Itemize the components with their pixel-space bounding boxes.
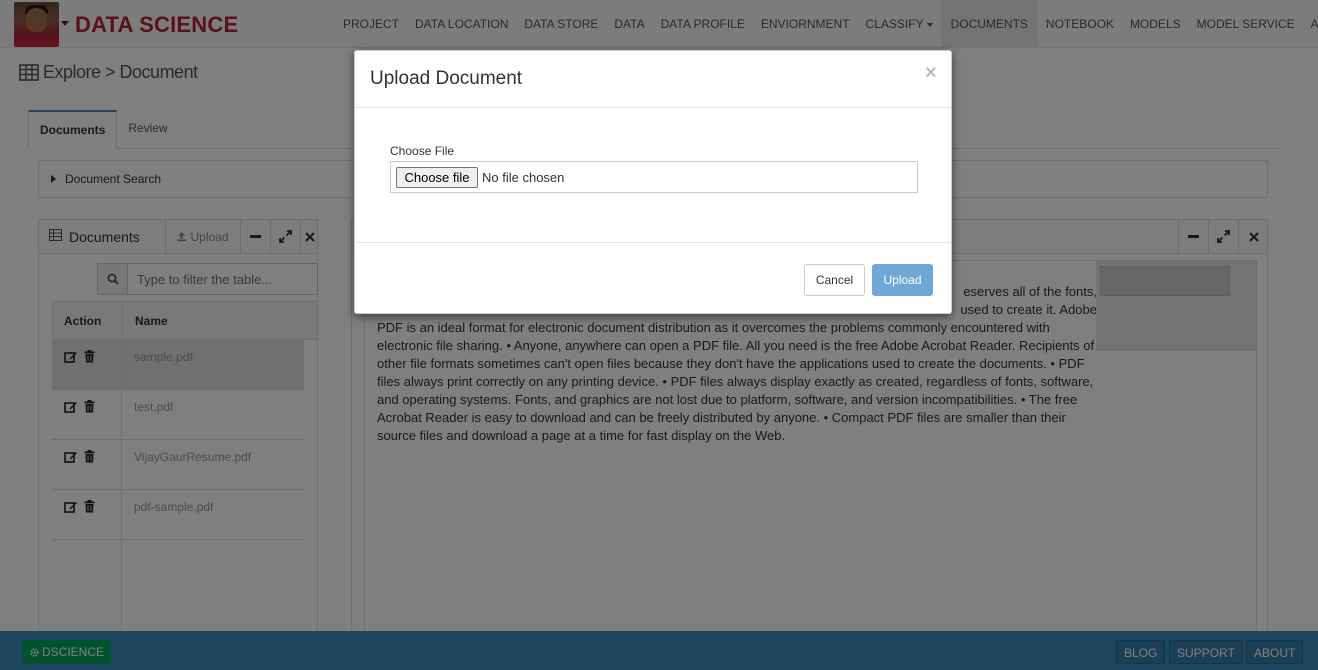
modal-close-button[interactable]: ×: [925, 62, 937, 85]
modal-title: Upload Document: [370, 68, 523, 89]
upload-submit-button[interactable]: Upload: [872, 264, 933, 296]
choose-file-button[interactable]: Choose file: [396, 167, 478, 188]
modal-header: Upload Document ×: [355, 51, 951, 108]
file-status-text: No file chosen: [482, 170, 565, 185]
modal-footer: Cancel Upload: [355, 242, 951, 313]
file-input[interactable]: Choose file No file chosen: [390, 161, 918, 193]
upload-document-modal: Upload Document × Choose File Choose fil…: [354, 50, 952, 314]
modal-body: Choose File Choose file No file chosen: [355, 109, 951, 243]
choose-file-label: Choose File: [390, 144, 455, 158]
cancel-button[interactable]: Cancel: [804, 264, 865, 296]
